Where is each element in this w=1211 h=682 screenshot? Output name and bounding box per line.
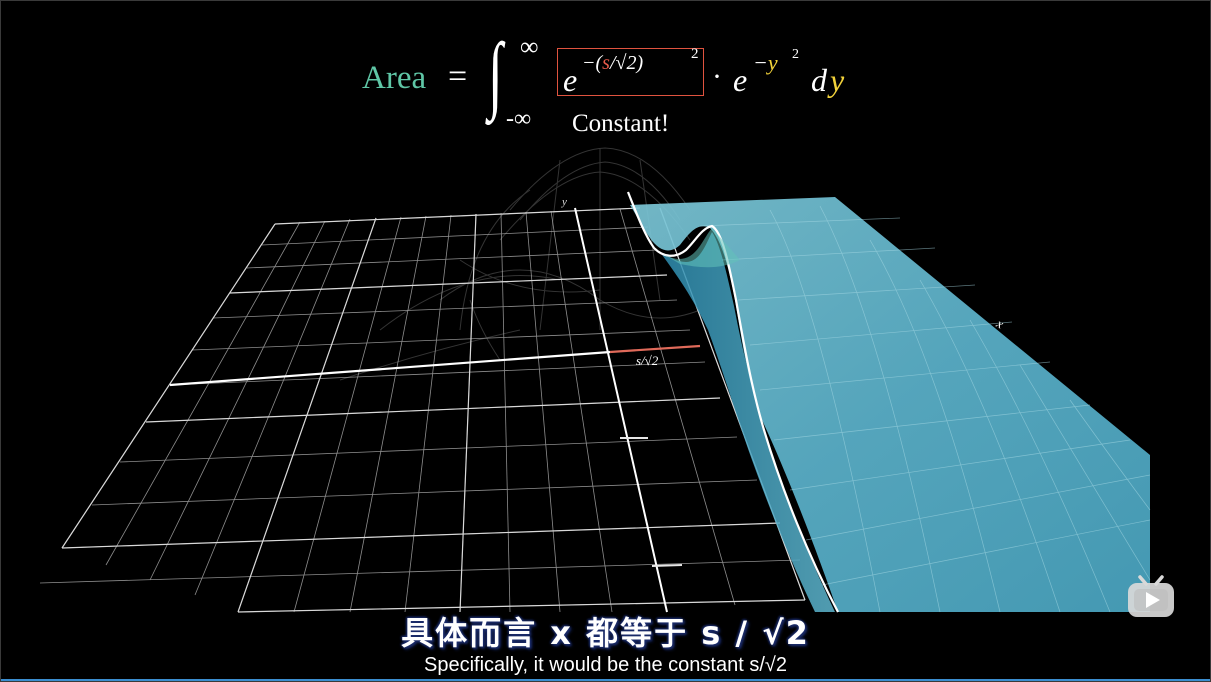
second-exponent-square: 2: [792, 47, 799, 62]
integral-upper-limit: ∞: [520, 32, 539, 61]
english-subtitle: Specifically, it would be the constant s…: [423, 654, 788, 676]
boxed-exponential-base: e: [563, 62, 578, 98]
y-axis-line: [574, 207, 668, 613]
y-axis-tick: [651, 564, 683, 567]
video-player[interactable]: Area = ∫ ∞ -∞ e −(s/√2) 2 · e −y 2 d y C…: [0, 0, 1211, 682]
s-over-root2-label: s/√2: [636, 353, 659, 368]
boxed-exponent-prefix: −(: [582, 52, 603, 74]
multiplication-dot: ·: [712, 60, 722, 93]
bilibili-tv-icon: [1128, 575, 1174, 617]
ghost-surface-wireframe: [339, 147, 701, 381]
integral-sign: ∫: [488, 25, 503, 121]
boxed-exponent: −(s/√2): [582, 52, 643, 75]
equals-sign: =: [448, 58, 468, 95]
second-exponent: −y: [753, 50, 778, 76]
chinese-subtitle: 具体而言 x 都等于 s / √2: [401, 614, 810, 652]
differential-d: d: [811, 62, 827, 98]
constant-annotation: Constant!: [572, 110, 670, 137]
y-axis-label: y: [562, 196, 567, 208]
integral-lower-limit: -∞: [506, 106, 532, 132]
y-variable-exponent: y: [767, 50, 778, 75]
area-integral-equation: Area = ∫ ∞ -∞ e −(s/√2) 2 · e −y 2 d y C…: [360, 30, 880, 137]
s-over-root2-segment: [609, 344, 701, 354]
second-exponential-base: e: [733, 62, 748, 98]
boxed-exponent-square: 2: [691, 46, 699, 62]
boxed-exponent-rest: /√2): [609, 52, 644, 74]
cut-gaussian-surface: [626, 191, 1151, 613]
area-label: Area: [362, 60, 427, 96]
second-exponent-minus: −: [753, 50, 768, 75]
x-axis-line: [169, 350, 611, 387]
differential-y: y: [830, 62, 845, 98]
s-variable: s: [602, 52, 610, 74]
